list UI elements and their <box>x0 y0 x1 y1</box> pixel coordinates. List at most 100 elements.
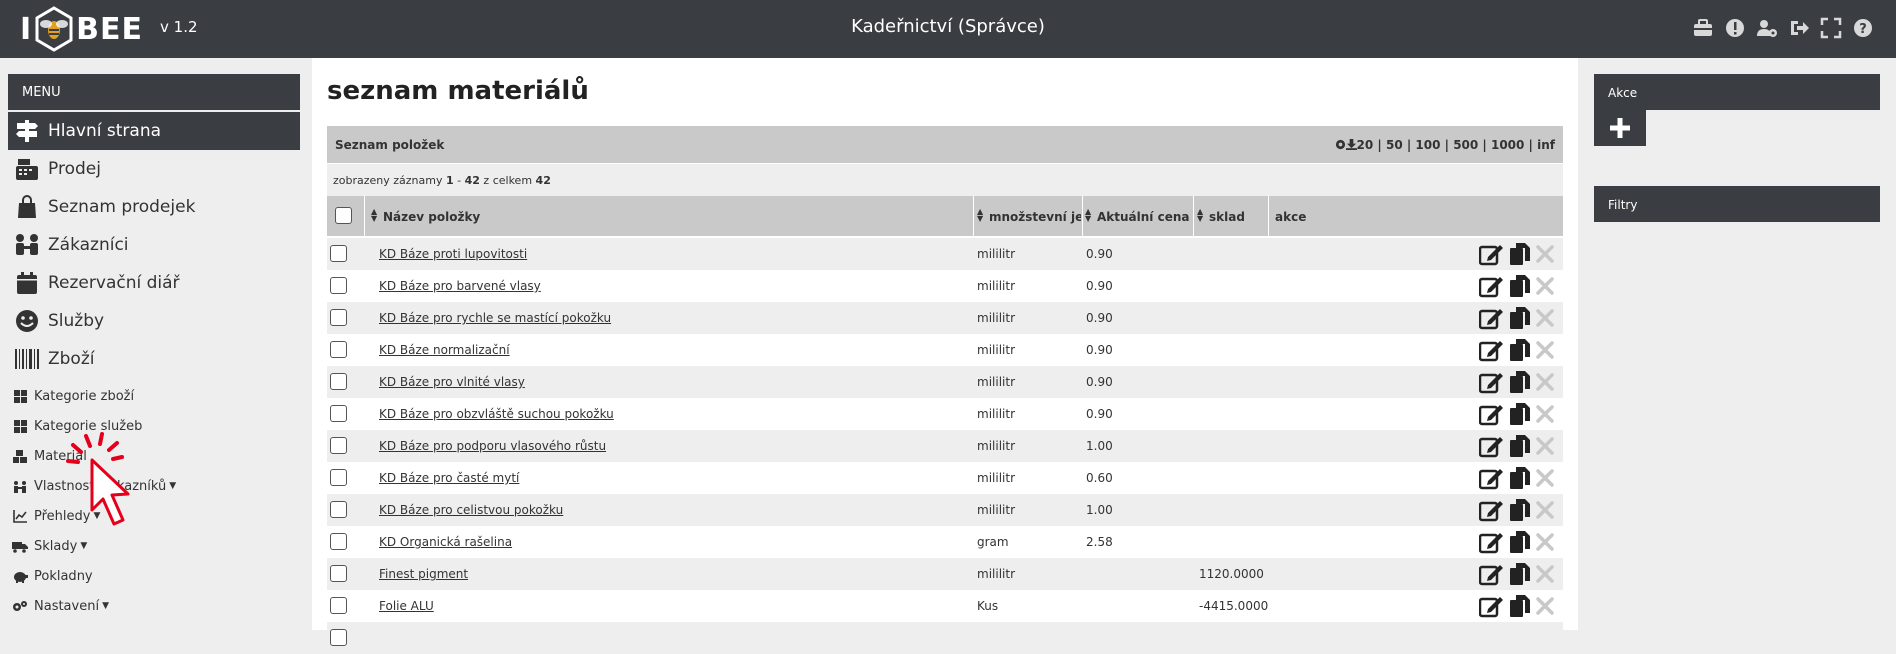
column-header-name[interactable]: Název položky <box>383 196 480 236</box>
add-item-button[interactable] <box>1594 110 1646 146</box>
column-header-unit[interactable]: množstevní jednotk <box>989 196 1081 236</box>
row-checkbox[interactable] <box>330 565 347 582</box>
copy-icon[interactable] <box>1509 466 1531 490</box>
delete-icon[interactable] <box>1535 596 1555 616</box>
item-name-link[interactable]: Folie ALU <box>379 599 434 613</box>
gear-icon[interactable] <box>1335 139 1346 150</box>
briefcase-icon[interactable] <box>1692 17 1714 39</box>
edit-icon[interactable] <box>1479 370 1505 394</box>
download-icon[interactable] <box>1345 139 1357 150</box>
item-name-link[interactable]: KD Báze pro rychle se mastící pokožku <box>379 311 611 325</box>
row-checkbox[interactable] <box>330 309 347 326</box>
page-size-selector[interactable]: 20 | 50 | 100 | 500 | 1000 | inf <box>1335 138 1555 152</box>
sidebar-item-goods-categories[interactable]: Kategorie zboží <box>12 383 134 409</box>
edit-icon[interactable] <box>1479 306 1505 330</box>
delete-icon[interactable] <box>1535 340 1555 360</box>
item-name-link[interactable]: KD Báze pro celistvou pokožku <box>379 503 563 517</box>
delete-icon[interactable] <box>1535 244 1555 264</box>
copy-icon[interactable] <box>1509 562 1531 586</box>
item-name-link[interactable]: KD Organická rašelina <box>379 535 512 549</box>
edit-icon[interactable] <box>1479 466 1505 490</box>
sidebar-item-cash-registers[interactable]: Pokladny <box>12 563 93 589</box>
copy-icon[interactable] <box>1509 370 1531 394</box>
copy-icon[interactable] <box>1509 594 1531 618</box>
row-checkbox[interactable] <box>330 341 347 358</box>
copy-icon[interactable] <box>1509 306 1531 330</box>
delete-icon[interactable] <box>1535 308 1555 328</box>
sort-icon[interactable]: ▲ ▼ <box>1197 208 1203 223</box>
sort-icon[interactable]: ▲ ▼ <box>977 208 983 223</box>
sidebar-item-receipts[interactable]: Seznam prodejek <box>8 188 300 226</box>
item-name-link[interactable]: KD Báze pro časté mytí <box>379 471 519 485</box>
sidebar-item-sale[interactable]: Prodej <box>8 150 300 188</box>
sort-icon[interactable]: ▲ ▼ <box>1085 208 1091 223</box>
edit-icon[interactable] <box>1479 338 1505 362</box>
user-gear-icon[interactable] <box>1756 17 1778 39</box>
item-name-link[interactable]: KD Báze pro vlnité vlasy <box>379 375 525 389</box>
alert-icon[interactable] <box>1724 17 1746 39</box>
fullscreen-icon[interactable] <box>1820 17 1842 39</box>
delete-icon[interactable] <box>1535 276 1555 296</box>
delete-icon[interactable] <box>1535 532 1555 552</box>
item-name-link[interactable]: KD Báze pro podporu vlasového růstu <box>379 439 606 453</box>
help-icon[interactable]: ? <box>1852 17 1874 39</box>
table-row: Finest pigment mililitr 1120.0000 <box>327 558 1563 590</box>
delete-icon[interactable] <box>1535 372 1555 392</box>
row-checkbox[interactable] <box>330 437 347 454</box>
item-name-link[interactable]: KD Báze proti lupovitosti <box>379 247 527 261</box>
sidebar-item-booking[interactable]: Rezervační diář <box>8 264 300 302</box>
edit-icon[interactable] <box>1479 242 1505 266</box>
edit-icon[interactable] <box>1479 434 1505 458</box>
edit-icon[interactable] <box>1479 274 1505 298</box>
delete-icon[interactable] <box>1535 500 1555 520</box>
item-name-link[interactable]: KD Báze normalizační <box>379 343 510 357</box>
copy-icon[interactable] <box>1509 434 1531 458</box>
column-header-stock[interactable]: sklad <box>1209 196 1245 236</box>
copy-icon[interactable] <box>1509 530 1531 554</box>
row-checkbox[interactable] <box>330 405 347 422</box>
edit-icon[interactable] <box>1479 530 1505 554</box>
column-header-price[interactable]: Aktuální cena <box>1097 196 1189 236</box>
filters-panel-header[interactable]: Filtry <box>1594 186 1880 222</box>
delete-icon[interactable] <box>1535 404 1555 424</box>
copy-icon[interactable] <box>1509 338 1531 362</box>
delete-icon[interactable] <box>1535 468 1555 488</box>
select-all-checkbox[interactable] <box>335 207 352 224</box>
edit-icon[interactable] <box>1479 402 1505 426</box>
column-divider <box>1268 196 1269 236</box>
edit-icon[interactable] <box>1479 562 1505 586</box>
row-checkbox[interactable] <box>330 629 347 646</box>
item-name-link[interactable]: KD Báze pro barvené vlasy <box>379 279 541 293</box>
row-checkbox[interactable] <box>330 277 347 294</box>
records-sep: - <box>453 174 465 187</box>
row-checkbox[interactable] <box>330 533 347 550</box>
copy-icon[interactable] <box>1509 274 1531 298</box>
sidebar-item-settings[interactable]: Nastavení ▼ <box>12 593 109 619</box>
row-actions <box>1479 434 1555 458</box>
sidebar-item-services[interactable]: Služby <box>8 302 300 340</box>
sidebar-item-warehouses[interactable]: Sklady ▼ <box>12 533 87 559</box>
page-size-options[interactable]: 20 | 50 | 100 | 500 | 1000 | inf <box>1357 138 1555 152</box>
logout-icon[interactable] <box>1788 17 1810 39</box>
item-name-link[interactable]: Finest pigment <box>379 567 468 581</box>
sidebar-item-goods[interactable]: Zboží <box>8 340 300 378</box>
copy-icon[interactable] <box>1509 242 1531 266</box>
sidebar-item-home[interactable]: Hlavní strana <box>8 112 300 150</box>
sidebar-item-customers[interactable]: Zákazníci <box>8 226 300 264</box>
sort-icon[interactable]: ▲ ▼ <box>371 208 377 223</box>
row-checkbox[interactable] <box>330 501 347 518</box>
edit-icon[interactable] <box>1479 498 1505 522</box>
table-row: KD Organická rašelina gram 2.58 <box>327 526 1563 558</box>
delete-icon[interactable] <box>1535 564 1555 584</box>
list-panel-header: Seznam položek 20 | 50 | 100 | 500 | 100… <box>327 126 1563 163</box>
delete-icon[interactable] <box>1535 436 1555 456</box>
copy-icon[interactable] <box>1509 402 1531 426</box>
item-name-link[interactable]: KD Báze pro obzvláště suchou pokožku <box>379 407 614 421</box>
row-checkbox[interactable] <box>330 469 347 486</box>
row-checkbox[interactable] <box>330 373 347 390</box>
row-checkbox[interactable] <box>330 597 347 614</box>
copy-icon[interactable] <box>1509 498 1531 522</box>
row-checkbox[interactable] <box>330 245 347 262</box>
sidebar-item-label: Hlavní strana <box>48 121 162 141</box>
edit-icon[interactable] <box>1479 594 1505 618</box>
